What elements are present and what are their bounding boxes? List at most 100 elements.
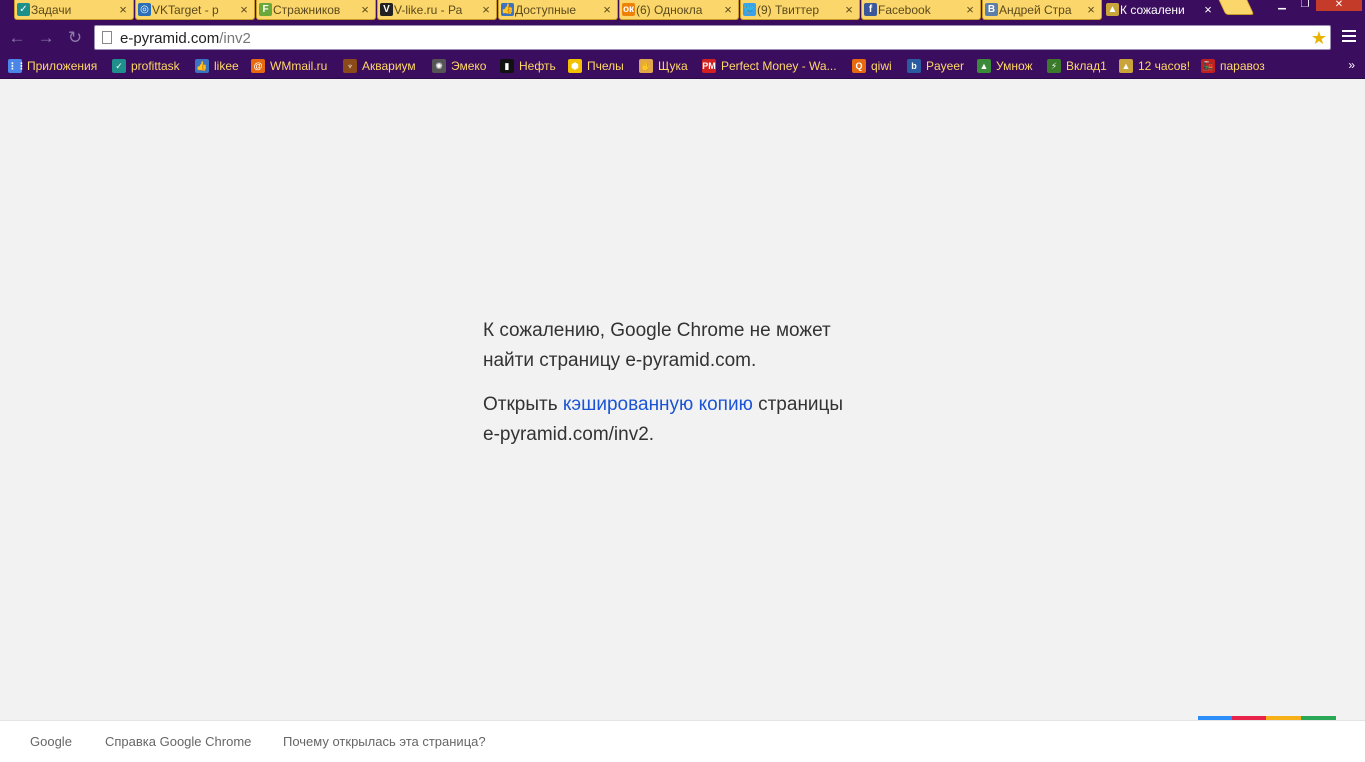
error-not-found: К сожалению, Google Chrome не может найти… [483, 316, 883, 376]
qiwi-icon: Q [852, 59, 866, 73]
bookmarks-bar: ⋮⋮ Приложения ✓ profittask 👍 likee @ WMmail.ru ♆… [0, 54, 1365, 79]
at-sign-icon: @ [251, 59, 265, 73]
pyramid-icon: ▲ [1119, 59, 1133, 73]
tab-close-icon[interactable]: × [843, 2, 855, 17]
tab-title: VKTarget - р [152, 2, 219, 17]
tab-close-icon[interactable]: × [601, 2, 613, 17]
bookmark-item[interactable]: PM Perfect Money - Wa... [702, 57, 837, 75]
tab-title: Доступные [515, 2, 576, 17]
tab-close-icon[interactable]: × [964, 2, 976, 17]
tab-title: (9) Твиттер [757, 2, 820, 17]
toolbar: ← → ↻ e-pyramid.com/inv2 ★ [0, 22, 1365, 54]
footer: Google Справка Google Chrome Почему откр… [0, 720, 1365, 762]
url-host: e-pyramid.com [120, 30, 220, 47]
chrome-menu-icon[interactable] [1342, 30, 1356, 44]
bookmark-label: Payeer [926, 59, 965, 73]
triangle-icon: ▲ [977, 59, 991, 73]
bookmark-label: Щука [658, 59, 688, 73]
target-icon: ◎ [138, 3, 151, 16]
bookmark-item[interactable]: Qqiwi [852, 57, 892, 75]
hexagon-icon: ⬢ [568, 59, 582, 73]
error-page: К сожалению, Google Chrome не может найти… [0, 80, 1365, 720]
bookmark-item[interactable]: ▲ 12 часов! [1119, 57, 1190, 75]
tab-close-icon[interactable]: × [1202, 2, 1214, 17]
bookmark-label: Умнож [996, 59, 1033, 73]
tab[interactable]: 🐦 (9) Твиттер × [740, 0, 860, 20]
thumbs-up-icon: 👍 [501, 3, 514, 16]
bookmark-item[interactable]: 🚂 паравоз [1201, 57, 1265, 75]
new-tab-button[interactable] [1218, 0, 1255, 15]
bookmark-label: Perfect Money - Wa... [721, 59, 837, 73]
tab[interactable]: ◎ VKTarget - р × [135, 0, 255, 20]
footer-google-link[interactable]: Google [30, 734, 72, 749]
bookmark-item[interactable]: ⬢ Пчелы [568, 57, 624, 75]
bookmark-item[interactable]: @ WMmail.ru [251, 57, 327, 75]
lightning-icon: ⚡ [1047, 59, 1061, 73]
minimize-icon[interactable]: ▁ [1271, 0, 1293, 11]
tab-title: Андрей Стра [999, 2, 1072, 17]
footer-why-link[interactable]: Почему открылась эта страница? [283, 734, 486, 749]
tab[interactable]: f Facebook × [861, 0, 981, 20]
vk-icon: В [985, 3, 998, 16]
address-bar[interactable]: e-pyramid.com/inv2 ★ [94, 25, 1331, 50]
tab-close-icon[interactable]: × [480, 2, 492, 17]
footer-help-link[interactable]: Справка Google Chrome [105, 734, 251, 749]
error-line-1: К сожалению, Google Chrome не может [483, 320, 831, 341]
tab-title: Стражников [273, 2, 341, 17]
tab-title: (6) Однокла [636, 2, 703, 17]
tab-close-icon[interactable]: × [117, 2, 129, 17]
pyramid-icon: ▲ [1106, 3, 1119, 16]
bookmark-item[interactable]: 👍 likee [195, 57, 239, 75]
forward-arrow-icon[interactable]: → [35, 28, 57, 48]
bookmark-item[interactable]: b Payeer [907, 57, 964, 75]
tab[interactable]: В Андрей Стра × [982, 0, 1102, 20]
bookmark-item[interactable]: ⚡ Вклад1 [1047, 57, 1107, 75]
reload-icon[interactable]: ↻ [64, 28, 86, 48]
url-text[interactable]: e-pyramid.com/inv2 [120, 30, 251, 47]
tab-close-icon[interactable]: × [359, 2, 371, 17]
cached-copy-link[interactable]: кэшированную копию [563, 394, 753, 415]
bookmark-label: profittask [131, 59, 180, 73]
tab-title: V-like.ru - Ра [394, 2, 463, 17]
tab[interactable]: ок (6) Однокла × [619, 0, 739, 20]
bookmark-label: likee [214, 59, 239, 73]
oil-barrel-icon: ▮ [500, 59, 514, 73]
aquarium-icon: ♆ [343, 59, 357, 73]
bookmark-label: Вклад1 [1066, 59, 1107, 73]
bookmark-item[interactable]: ♆ Аквариум [343, 57, 416, 75]
sun-icon: ✺ [432, 59, 446, 73]
bookmark-item[interactable]: ▮ Нефть [500, 57, 556, 75]
tab[interactable]: 👍 Доступные × [498, 0, 618, 20]
back-arrow-icon[interactable]: ← [6, 28, 28, 48]
bookmark-label: WMmail.ru [270, 59, 328, 73]
tab-strip: ✓ Задачи × ◎ VKTarget - р × F Стражников × V V-lik… [0, 0, 1365, 22]
bookmark-item[interactable]: ✓ profittask [112, 57, 180, 75]
bookmark-label: Пчелы [587, 59, 624, 73]
facebook-icon: f [864, 3, 877, 16]
check-circle-icon: ✓ [112, 59, 126, 73]
twitter-bird-icon: 🐦 [743, 3, 756, 16]
bookmark-label: 12 часов! [1138, 59, 1191, 73]
bookmark-item[interactable]: ✺ Эмеко [432, 57, 486, 75]
error-cached-suggestion: Открыть кэшированную копию страницы e-pyr… [483, 390, 883, 450]
tab-title: Facebook [878, 2, 931, 17]
bookmark-star-icon[interactable]: ★ [1311, 27, 1327, 49]
payeer-icon: b [907, 59, 921, 73]
tab[interactable]: V V-like.ru - Ра × [377, 0, 497, 20]
maximize-icon[interactable]: ❐ [1294, 0, 1316, 11]
bookmark-item[interactable]: ▲ Умнож [977, 57, 1033, 75]
bookmarks-overflow-icon[interactable]: » [1348, 58, 1355, 72]
tab-close-icon[interactable]: × [1085, 2, 1097, 17]
open-suffix: страницы [752, 394, 844, 415]
tab-title: Задачи [31, 2, 72, 17]
tab-close-icon[interactable]: × [722, 2, 734, 17]
tab[interactable]: ✓ Задачи × [14, 0, 134, 20]
bookmark-item[interactable]: ⋮⋮ Приложения [8, 57, 97, 75]
bookmark-label: qiwi [871, 59, 892, 73]
close-window-icon[interactable]: ✕ [1316, 0, 1362, 11]
tab[interactable]: ▲ К сожалени × [1103, 0, 1219, 20]
tab[interactable]: F Стражников × [256, 0, 376, 20]
tab-close-icon[interactable]: × [238, 2, 250, 17]
bookmark-item[interactable]: ✋ Щука [639, 57, 688, 75]
f-letter-icon: F [259, 3, 272, 16]
